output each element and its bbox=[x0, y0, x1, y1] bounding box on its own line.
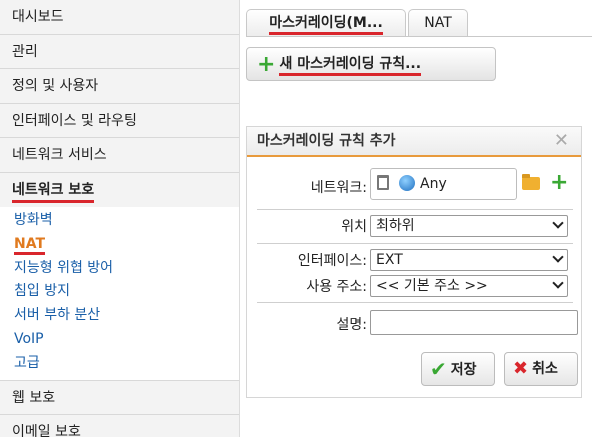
separator bbox=[257, 209, 573, 210]
interface-value: EXT bbox=[376, 252, 403, 268]
sidebar-subitem-voip[interactable]: VoIP bbox=[0, 328, 239, 352]
description-label: 설명: bbox=[336, 317, 367, 333]
interface-label: 인터페이스: bbox=[297, 253, 367, 269]
cancel-label: 취소 bbox=[532, 361, 558, 377]
trash-icon[interactable] bbox=[377, 175, 389, 190]
address-select[interactable]: << 기본 주소 >> bbox=[370, 275, 568, 297]
sidebar-item-email-protection[interactable]: 이메일 보호 bbox=[0, 415, 239, 437]
sidebar-item-web-protection[interactable]: 웹 보호 bbox=[0, 381, 239, 416]
sidebar-group-label: 네트워크 보호 bbox=[12, 181, 95, 203]
sidebar-subitem-firewall[interactable]: 방화벽 bbox=[0, 209, 239, 233]
chevron-down-icon bbox=[552, 251, 564, 263]
add-masquerading-rule-dialog: 마스커레이딩 규칙 추가 ✕ 네트워크: Any + 위치 최하위 인터페이스:… bbox=[246, 126, 582, 398]
sidebar-subitem-advanced-threat[interactable]: 지능형 위협 방어 bbox=[0, 257, 239, 281]
dialog-header: 마스커레이딩 규칙 추가 ✕ bbox=[247, 127, 581, 157]
plus-icon[interactable]: + bbox=[550, 168, 568, 198]
interface-select[interactable]: EXT bbox=[370, 249, 568, 271]
separator bbox=[257, 243, 573, 244]
position-value: 최하위 bbox=[376, 218, 415, 234]
new-rule-label: 새 마스커레이딩 규칙... bbox=[279, 56, 422, 76]
network-label: 네트워크: bbox=[310, 180, 367, 196]
sidebar-item-dashboard[interactable]: 대시보드 bbox=[0, 0, 239, 35]
address-value: << 기본 주소 >> bbox=[376, 278, 488, 294]
tab-divider bbox=[246, 36, 592, 37]
sidebar-item-network-protection[interactable]: 네트워크 보호 bbox=[0, 172, 239, 207]
address-label: 사용 주소: bbox=[306, 279, 367, 295]
save-button[interactable]: ✔ 저장 bbox=[421, 352, 495, 386]
x-icon: ✖ bbox=[513, 358, 529, 379]
checkmark-icon: ✔ bbox=[430, 357, 447, 381]
cancel-button[interactable]: ✖ 취소 bbox=[504, 352, 578, 386]
dialog-title: 마스커레이딩 규칙 추가 bbox=[257, 133, 396, 149]
description-input[interactable] bbox=[370, 310, 578, 335]
sidebar-subitem-load-balancing[interactable]: 서버 부하 분산 bbox=[0, 304, 239, 328]
position-select[interactable]: 최하위 bbox=[370, 215, 568, 237]
sidebar-item-interfaces-routing[interactable]: 인터페이스 및 라우팅 bbox=[0, 104, 239, 138]
plus-icon: + bbox=[257, 52, 276, 77]
sidebar-subitem-nat[interactable]: NAT bbox=[0, 233, 239, 257]
folder-icon[interactable] bbox=[522, 174, 540, 190]
network-value: Any bbox=[420, 176, 447, 192]
sidebar-subitem-advanced[interactable]: 고급 bbox=[0, 352, 239, 376]
sidebar-item-management[interactable]: 관리 bbox=[0, 35, 239, 69]
sidebar-subitem-intrusion-prevention[interactable]: 침입 방지 bbox=[0, 280, 239, 304]
sidebar-item-network-services[interactable]: 네트워크 서비스 bbox=[0, 138, 239, 173]
sidebar-item-definitions-users[interactable]: 정의 및 사용자 bbox=[0, 69, 239, 104]
chevron-down-icon bbox=[552, 217, 564, 229]
sidebar-subitem-nat-label: NAT bbox=[14, 235, 46, 255]
tab-masquerading[interactable]: 마스커레이딩(M... bbox=[246, 9, 406, 37]
tab-nat[interactable]: NAT bbox=[408, 9, 468, 37]
tab-masquerading-label: 마스커레이딩(M... bbox=[269, 15, 383, 35]
new-masquerading-rule-button[interactable]: + 새 마스커레이딩 규칙... bbox=[246, 47, 496, 81]
globe-icon bbox=[399, 175, 415, 191]
position-label: 위치 bbox=[341, 219, 367, 235]
sidebar-submenu: 방화벽 NAT 지능형 위협 방어 침입 방지 서버 부하 분산 VoIP 고급 bbox=[0, 207, 239, 381]
separator bbox=[257, 302, 573, 303]
network-field[interactable]: Any bbox=[370, 168, 517, 200]
save-label: 저장 bbox=[450, 362, 477, 378]
sidebar: 대시보드 관리 정의 및 사용자 인터페이스 및 라우팅 네트워크 서비스 네트… bbox=[0, 0, 240, 437]
close-icon[interactable]: ✕ bbox=[554, 127, 569, 155]
chevron-down-icon bbox=[552, 277, 564, 289]
